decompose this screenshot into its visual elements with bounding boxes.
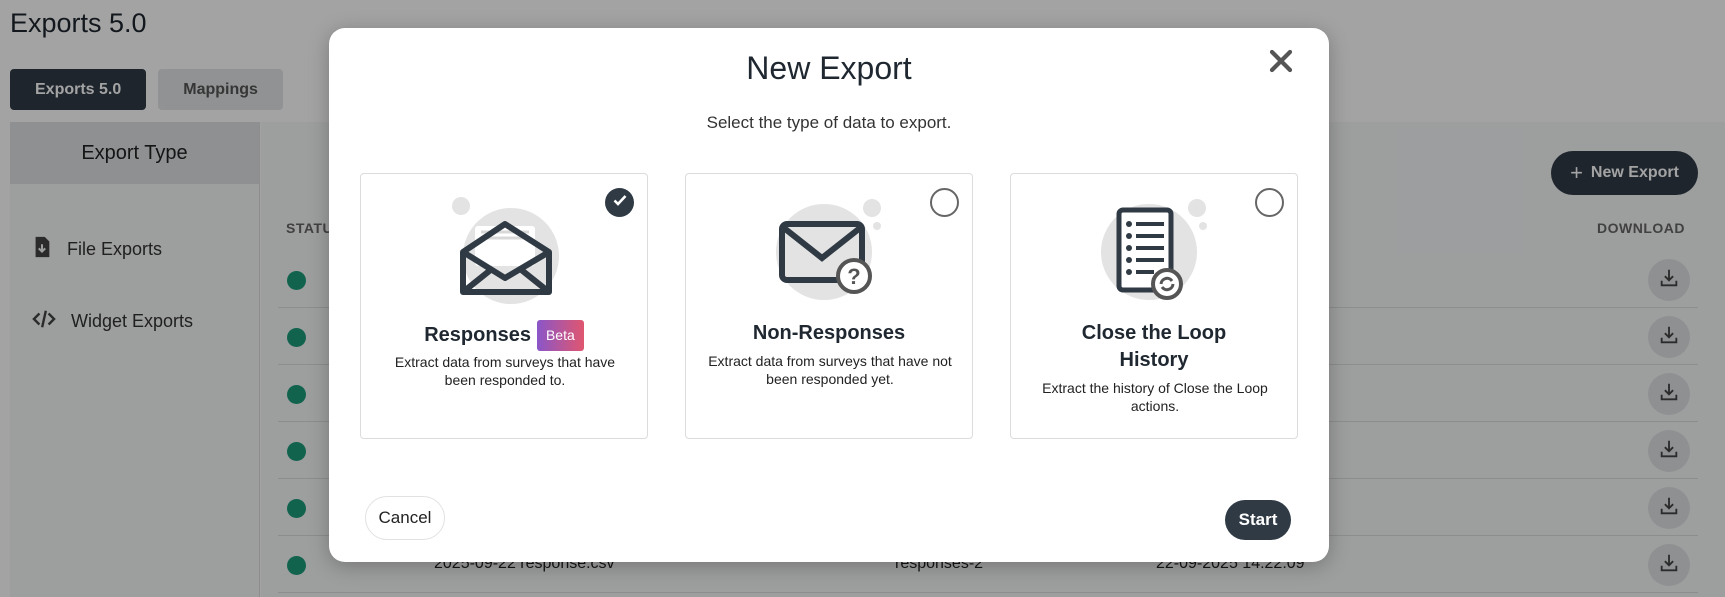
document-history-icon (1097, 196, 1213, 306)
card-description: Extract the history of Close the Loop ac… (1042, 380, 1268, 414)
open-envelope-icon (447, 196, 563, 306)
radio-selected[interactable] (605, 188, 634, 217)
dialog-title: New Export (746, 50, 912, 86)
close-button[interactable] (1264, 46, 1298, 80)
export-type-card-non-responses[interactable]: ? Non-Responses Extract data from survey… (685, 173, 973, 439)
beta-badge: Beta (536, 320, 584, 351)
card-title: Non-Responses (752, 322, 906, 344)
dialog-subtitle: Select the type of data to export. (706, 113, 952, 132)
close-icon (1269, 49, 1293, 78)
card-title: Close the Loop History (1081, 322, 1227, 371)
radio-unselected[interactable] (930, 188, 959, 217)
radio-unselected[interactable] (1255, 188, 1284, 217)
start-button[interactable]: Start (1225, 500, 1291, 540)
envelope-question-icon: ? (772, 196, 888, 306)
export-type-card-responses[interactable]: Responses Beta Extract data from surveys … (360, 173, 648, 439)
card-description: Extract data from surveys that have been… (394, 354, 616, 388)
new-export-dialog: New Export Select the type of data to ex… (329, 28, 1329, 562)
cancel-button[interactable]: Cancel (365, 496, 445, 540)
card-description: Extract data from surveys that have not … (708, 353, 952, 387)
card-title: Responses Beta (361, 320, 647, 351)
svg-text:?: ? (847, 264, 860, 289)
check-icon (612, 192, 628, 213)
card-title-text: Responses (424, 323, 531, 346)
export-type-card-close-the-loop[interactable]: Close the Loop History Extract the histo… (1010, 173, 1298, 439)
